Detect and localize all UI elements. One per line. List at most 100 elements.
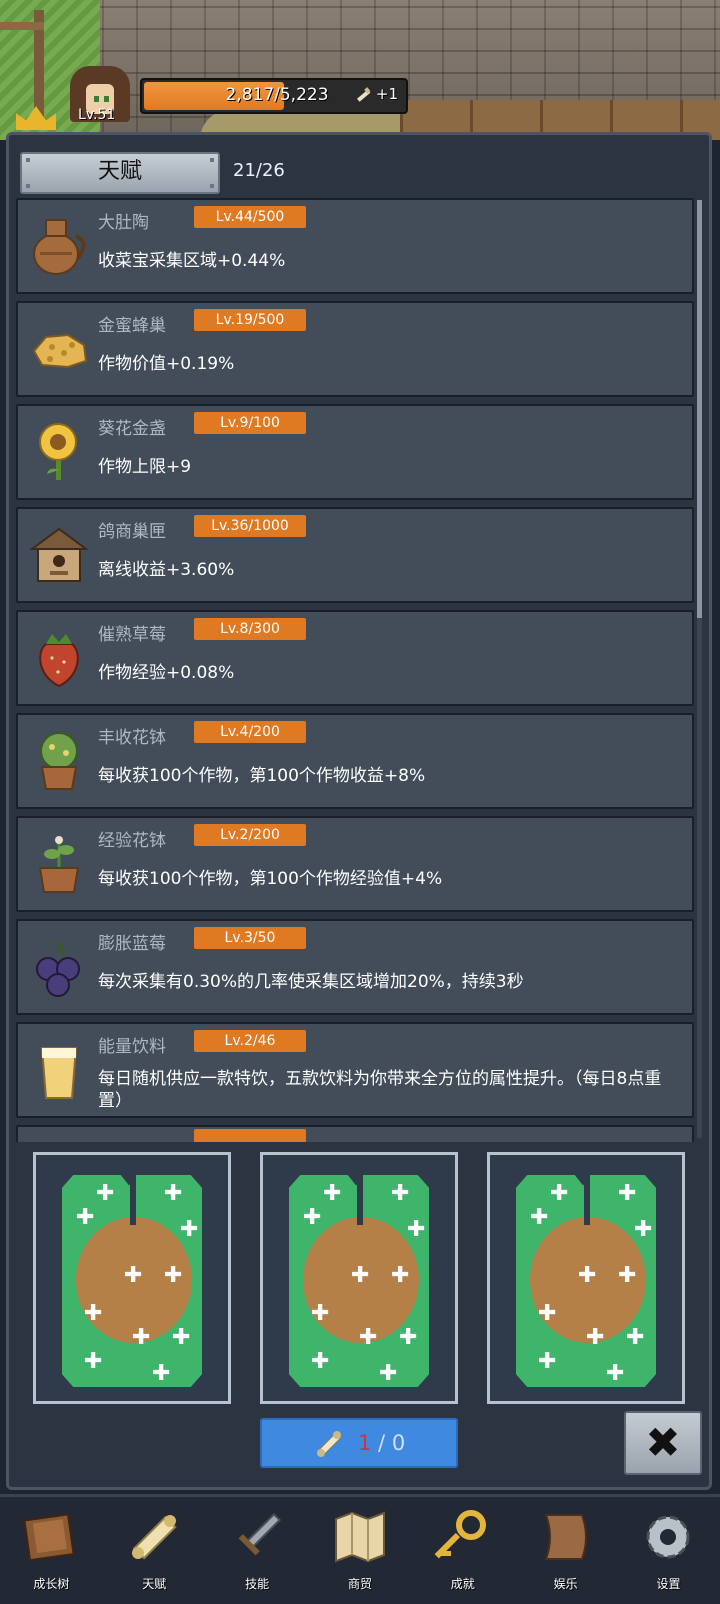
talent-name: 催熟草莓 [98,625,166,645]
plus-icon: ✚ [618,1181,637,1206]
plus-icon: ✚ [586,1325,605,1350]
scroll-icon [356,87,371,102]
plus-icon: ✚ [124,1263,143,1288]
nav-label: 成就 [450,1577,475,1591]
nav-item[interactable]: 天赋 [108,1497,200,1597]
nav-item[interactable]: 商贸 [314,1497,406,1597]
tab-rivet [210,184,214,188]
draw-talent-button[interactable]: 1 / 0 [260,1418,458,1468]
plus-icon: ✚ [606,1361,625,1386]
nav-item[interactable]: 成就 [417,1497,509,1597]
talent-level-badge: Lv.19/500 [194,309,306,331]
talent-level-badge: Lv.4/200 [194,721,306,743]
plus-icon: ✚ [323,1181,342,1206]
talent-row[interactable]: 大肚陶 Lv.44/500 收菜宝采集区域+0.44% [16,198,694,294]
scrollbar-thumb[interactable] [697,200,702,618]
nav-label: 娱乐 [553,1577,578,1591]
talent-level-badge: Lv.2/46 [194,1030,306,1052]
talent-row[interactable]: 鸽商巢匣 Lv.36/1000 离线收益+3.60% [16,507,694,603]
plus-icon: ✚ [152,1361,171,1386]
blueberry-icon [28,935,90,999]
talent-row[interactable]: 葵花金盏 Lv.9/100 作物上限+9 [16,404,694,500]
drink-icon [28,1038,90,1102]
plus-icon: ✚ [407,1217,426,1242]
plus-icon: ✚ [530,1205,549,1230]
talent-level-badge: Lv.36/1000 [194,515,306,537]
seed-crack [584,1175,590,1225]
talent-tab-label: 天赋 [97,159,142,184]
close-button[interactable]: ✖ [624,1411,702,1475]
plus-icon: ✚ [578,1263,597,1288]
seed-crack [130,1175,136,1225]
tab-rivet [26,184,30,188]
talent-list-scrollbar[interactable] [697,200,702,1138]
scroll-icon [316,1431,342,1457]
close-icon: ✖ [645,1418,681,1467]
talent-row[interactable]: 经验花钵 Lv.2/200 每收获100个作物，第100个作物经验值+4% [16,816,694,912]
draw-total: 0 [391,1431,406,1455]
plus-icon: ✚ [634,1217,653,1242]
draw-count: 1 / 0 [358,1431,405,1455]
talent-level-badge: Lv.44/500 [194,206,306,228]
plus-icon: ✚ [180,1217,199,1242]
talent-description: 收菜宝采集区域+0.44% [98,251,286,271]
talent-description: 离线收益+3.60% [98,560,235,580]
sprout-pot-icon [28,832,90,896]
talent-list[interactable]: 大肚陶 Lv.44/500 收菜宝采集区域+0.44% 金蜜蜂巢 Lv.19/500 作物… [16,198,696,1142]
talent-name: 能量饮料 [98,1037,166,1057]
plus-icon: ✚ [164,1181,183,1206]
experience-bar: 2,817/5,223 +1 [140,78,408,114]
sunflower-icon [28,420,90,484]
talent-row[interactable]: 膨胀蓝莓 Lv.3/50 每次采集有0.30%的几率使采集区域增加20%，持续3秒 [16,919,694,1015]
talent-name: 大肚陶 [98,213,149,233]
draw-separator: / [371,1431,392,1455]
talent-row[interactable]: 丰收花钵 Lv.4/200 每收获100个作物，第100个作物收益+8% [16,713,694,809]
honeycomb-icon [28,317,90,381]
nav-item[interactable]: 成长树 [5,1497,97,1597]
avatar-eye [104,96,109,102]
jug-icon [28,214,90,278]
bottom-navigation: 成长树 天赋 技能 商贸 成就 娱乐 设置 [0,1494,720,1604]
nav-item[interactable]: 设置 [622,1497,714,1597]
talent-count: 21/26 [233,160,285,181]
talent-row[interactable]: 催熟草莓 Lv.8/300 作物经验+0.08% [16,610,694,706]
player-level: Lv.51 [78,107,116,123]
talent-row[interactable]: 能量饮料 Lv.2/46 每日随机供应一款特饮，五款饮料为你带来全方位的属性提升。（… [16,1022,694,1118]
talent-description: 作物上限+9 [98,457,192,477]
plus-icon: ✚ [399,1325,418,1350]
talent-level-badge: Lv.9/100 [194,412,306,434]
talent-row[interactable]: 金蜜蜂巢 Lv.19/500 作物价值+0.19% [16,301,694,397]
plus-icon: ✚ [351,1263,370,1288]
tab-rivet [210,158,214,162]
birdhouse-icon [28,523,90,587]
talent-level-badge: Lv.8/300 [194,618,306,640]
nav-label: 商贸 [347,1577,372,1591]
plus-icon: ✚ [172,1325,191,1350]
plus-icon: ✚ [164,1263,183,1288]
talent-level-badge: Lv.3/50 [194,927,306,949]
plus-icon: ✚ [303,1205,322,1230]
nav-label: 技能 [245,1577,270,1591]
seed-card[interactable]: ✚ ✚ ✚ ✚ ✚ ✚ ✚ ✚ ✚ ✚ ✚ [260,1152,458,1404]
strawberry-icon [28,626,90,690]
talent-name: 经验花钵 [98,831,166,851]
talent-description: 作物价值+0.19% [98,354,235,374]
tab-rivet [26,158,30,162]
plus-icon: ✚ [618,1263,637,1288]
talent-name: 金蜜蜂巢 [98,316,166,336]
talent-row-partial[interactable] [16,1125,694,1142]
plus-icon: ✚ [538,1349,557,1374]
seed-card[interactable]: ✚ ✚ ✚ ✚ ✚ ✚ ✚ ✚ ✚ ✚ ✚ [33,1152,231,1404]
talent-tab[interactable]: 天赋 [20,152,220,194]
plus-icon: ✚ [132,1325,151,1350]
plus-icon: ✚ [96,1181,115,1206]
draw-current: 1 [358,1431,372,1455]
nav-label: 天赋 [142,1577,167,1591]
seed-card[interactable]: ✚ ✚ ✚ ✚ ✚ ✚ ✚ ✚ ✚ ✚ ✚ [487,1152,685,1404]
talent-name: 膨胀蓝莓 [98,934,166,954]
plus-icon: ✚ [550,1181,569,1206]
nav-item[interactable]: 技能 [211,1497,303,1597]
talent-description: 每日随机供应一款特饮，五款饮料为你带来全方位的属性提升。（每日8点重置） [98,1069,662,1111]
nav-item[interactable]: 娱乐 [520,1497,612,1597]
talent-description: 作物经验+0.08% [98,663,235,683]
